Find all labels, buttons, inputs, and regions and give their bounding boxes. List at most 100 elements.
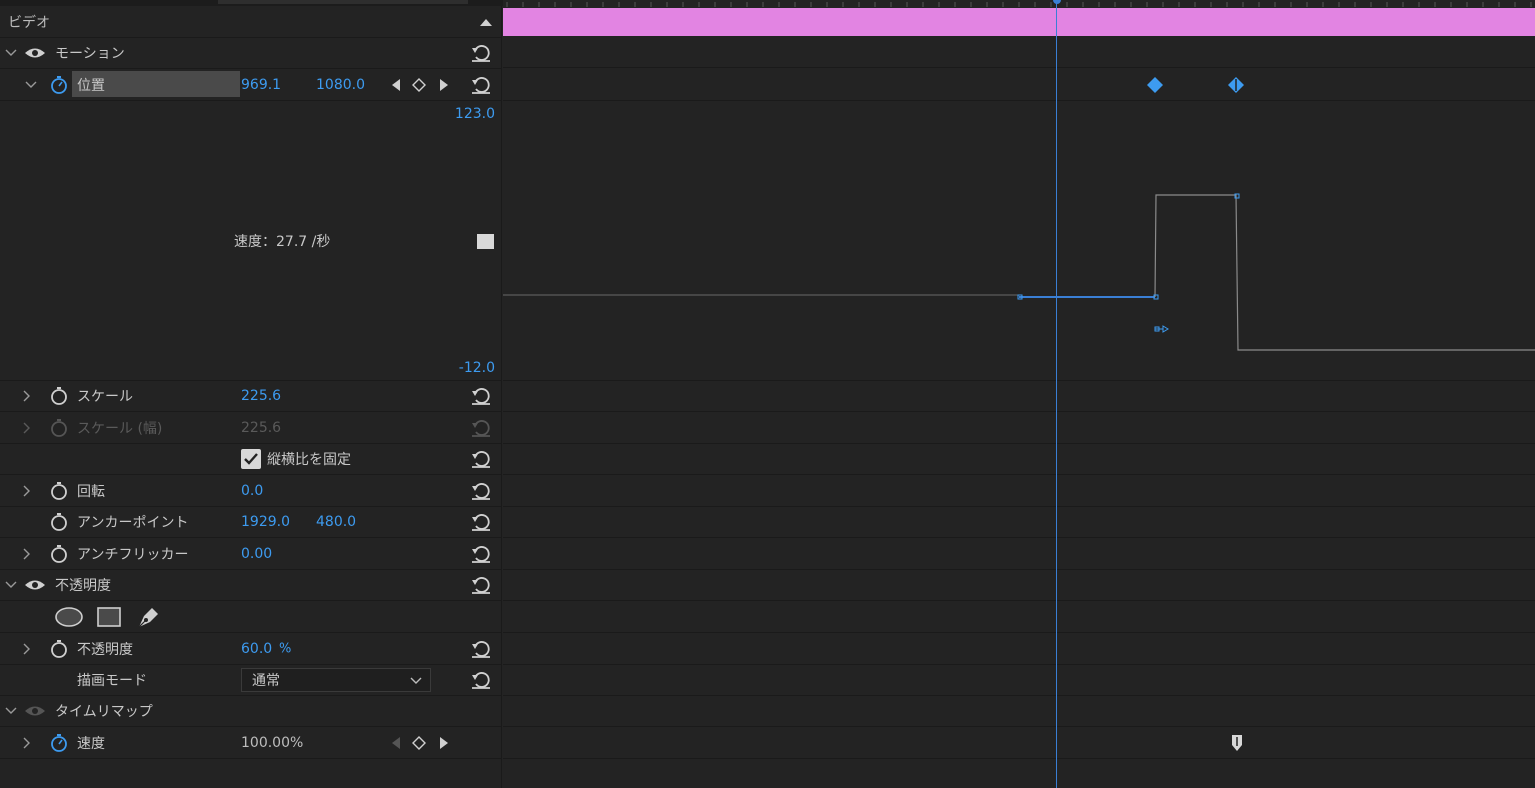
next-keyframe-icon[interactable] (438, 78, 450, 92)
position-x-value[interactable]: 969.1 (241, 77, 281, 93)
chevron-right-icon[interactable] (20, 389, 34, 403)
prev-keyframe-icon[interactable] (390, 78, 402, 92)
rotation-value[interactable]: 0.0 (241, 483, 263, 499)
stopwatch-icon[interactable] (49, 512, 69, 532)
opacity-effect-label: 不透明度 (55, 578, 111, 594)
reset-icon[interactable] (470, 449, 492, 469)
timeline-row-speed (503, 727, 1535, 759)
pen-mask-icon[interactable] (136, 604, 162, 630)
scale-width-value: 225.6 (241, 419, 282, 436)
reset-icon[interactable] (470, 575, 492, 595)
graph-min-value: -12.0 (458, 360, 495, 376)
chevron-right-icon[interactable] (20, 736, 34, 750)
property-anchor-point: アンカーポイント 1929.0 480.0 (0, 507, 502, 538)
chevron-down-icon[interactable] (4, 704, 18, 718)
ellipse-mask-icon[interactable] (54, 606, 84, 628)
opacity-label: 不透明度 (77, 641, 133, 658)
blend-mode-label: 描画モード (77, 673, 147, 689)
collapse-up-icon[interactable] (478, 17, 494, 27)
scale-value[interactable]: 225.6 (241, 388, 281, 404)
timeline-row-blend (503, 665, 1535, 696)
eye-icon (25, 706, 45, 716)
anchor-label: アンカーポイント (77, 515, 189, 531)
eye-icon[interactable] (24, 46, 46, 60)
uniform-scale-label: 縦横比を固定 (267, 452, 351, 468)
timeline-row-motion (503, 36, 1535, 68)
checkbox-checked-icon[interactable] (241, 449, 261, 469)
mask-tools (0, 601, 502, 633)
reset-icon[interactable] (470, 43, 492, 63)
effect-opacity: 不透明度 (0, 570, 502, 601)
property-antiflicker: アンチフリッカー 0.00 (0, 538, 502, 570)
scrollbar[interactable] (218, 0, 468, 4)
playhead-handle-icon[interactable] (1051, 0, 1063, 5)
timeline-row-time-remap (503, 696, 1535, 727)
rotation-label: 回転 (77, 483, 105, 500)
value-graph-panel: 123.0 速度：27.7 /秒 -12.0 (0, 101, 502, 381)
scale-width-label: スケール (幅) (77, 420, 163, 437)
chevron-right-icon[interactable] (20, 484, 34, 498)
time-ruler[interactable] (503, 0, 1535, 8)
timeline-row-anchor (503, 507, 1535, 538)
time-remap-label: タイムリマップ (55, 704, 153, 720)
anchor-x-value[interactable]: 1929.0 (241, 514, 290, 530)
stopwatch-icon[interactable] (49, 733, 69, 753)
effect-controls-panel: ビデオ モーション 位置 969.1 1080.0 123.0 速度：27.7 … (0, 6, 502, 788)
reset-icon[interactable] (470, 544, 492, 564)
chevron-right-icon[interactable] (20, 547, 34, 561)
motion-label: モーション (55, 46, 125, 62)
timeline-row-opacity-prop (503, 633, 1535, 665)
reset-icon[interactable] (470, 481, 492, 501)
scale-label: スケール (77, 389, 133, 405)
reset-icon[interactable] (470, 639, 492, 659)
chevron-down-icon[interactable] (24, 78, 38, 92)
timeline-row-antiflicker (503, 538, 1535, 570)
reset-icon[interactable] (470, 512, 492, 532)
property-blend-mode: 描画モード 通常 (0, 665, 502, 696)
property-uniform-scale: 縦横比を固定 (0, 444, 502, 475)
reset-icon[interactable] (470, 670, 492, 690)
add-keyframe-icon[interactable] (412, 735, 426, 750)
chevron-down-icon[interactable] (4, 578, 18, 592)
keyframe-icon[interactable] (1147, 77, 1163, 93)
chevron-down-icon[interactable] (4, 46, 18, 60)
stopwatch-icon[interactable] (49, 544, 69, 564)
opacity-value[interactable]: 60.0 (241, 641, 272, 657)
chevron-right-icon[interactable] (20, 421, 34, 435)
graph-square-icon[interactable] (477, 234, 494, 249)
stopwatch-icon[interactable] (49, 386, 69, 406)
reset-icon[interactable] (470, 386, 492, 406)
antiflicker-value[interactable]: 0.00 (241, 546, 272, 562)
stopwatch-icon[interactable] (49, 75, 69, 95)
clip-bar[interactable] (503, 8, 1535, 36)
rectangle-mask-icon[interactable] (96, 606, 122, 628)
chevron-right-icon[interactable] (20, 642, 34, 656)
timeline-row-uniform (503, 444, 1535, 475)
keyframe-bezier-icon[interactable] (1228, 77, 1244, 93)
anchor-y-value[interactable]: 480.0 (316, 514, 356, 530)
speed-keyframe-icon[interactable] (1229, 734, 1245, 752)
add-keyframe-icon[interactable] (412, 77, 426, 92)
playhead-line[interactable] (1056, 0, 1057, 788)
stopwatch-icon[interactable] (49, 481, 69, 501)
position-label: 位置 (77, 77, 105, 94)
chevron-down-icon (410, 677, 422, 684)
property-opacity: 不透明度 60.0 % (0, 633, 502, 665)
timeline-area[interactable] (503, 0, 1535, 788)
property-scale: スケール 225.6 (0, 381, 502, 412)
section-title: ビデオ (8, 14, 50, 31)
stopwatch-icon[interactable] (49, 639, 69, 659)
next-keyframe-icon[interactable] (438, 736, 450, 750)
timeline-row-position (503, 68, 1535, 101)
speed-label: 速度 (77, 735, 105, 752)
prev-keyframe-icon[interactable] (390, 736, 402, 750)
section-header: ビデオ (0, 6, 502, 38)
eye-icon[interactable] (24, 578, 46, 592)
property-position: 位置 969.1 1080.0 (0, 69, 502, 101)
reset-icon[interactable] (470, 75, 492, 95)
position-y-value[interactable]: 1080.0 (316, 77, 365, 93)
speed-value[interactable]: 100.00% (241, 735, 303, 751)
effect-motion: モーション (0, 38, 502, 69)
speed-readout: 速度：27.7 /秒 (234, 234, 331, 250)
blend-mode-select[interactable]: 通常 (241, 668, 431, 692)
